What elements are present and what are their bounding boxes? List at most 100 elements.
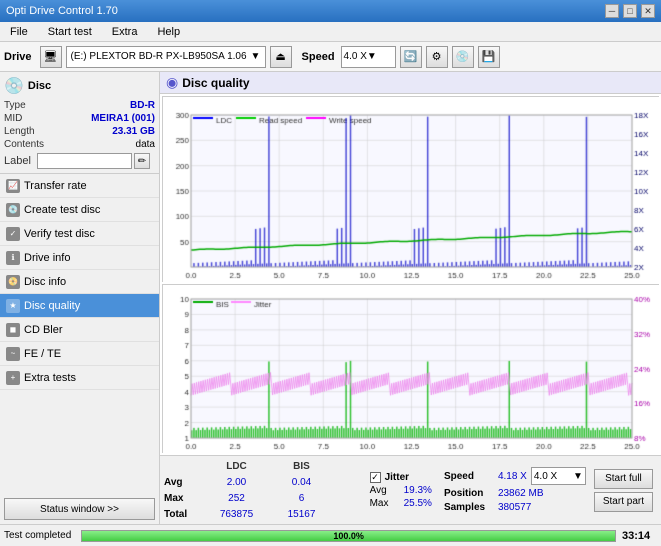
disc-button[interactable]: 💿	[452, 46, 474, 68]
status-bar: Test completed 100.0% 33:14	[0, 524, 661, 546]
contents-value: data	[136, 139, 155, 150]
speed-position-area: Speed 4.18 X 4.0 X ▼ Position 23862 MB S…	[440, 458, 590, 522]
disc-quality-icon: ★	[6, 299, 20, 313]
nav-disc-info-label: Disc info	[24, 276, 66, 288]
close-button[interactable]: ✕	[641, 4, 655, 18]
jitter-checkbox[interactable]: ✓	[370, 472, 381, 483]
main-layout: 💿 Disc Type BD-R MID MEIRA1 (001) Length…	[0, 72, 661, 524]
disc-mid-row: MID MEIRA1 (001)	[4, 113, 155, 124]
time-display: 33:14	[622, 530, 657, 542]
length-value: 23.31 GB	[112, 126, 155, 137]
drive-icon-button[interactable]: 🖥	[40, 46, 62, 68]
start-full-button[interactable]: Start full	[594, 469, 653, 489]
label-input[interactable]	[37, 153, 132, 169]
stats-avg-label: Avg	[164, 477, 204, 488]
start-part-button[interactable]: Start part	[594, 492, 653, 512]
nav-disc-quality[interactable]: ★ Disc quality	[0, 294, 159, 318]
label-edit-button[interactable]: ✏	[134, 153, 150, 169]
right-panel: ◉ Disc quality LDC BIS	[160, 72, 661, 524]
disc-quality-header-icon: ◉	[166, 74, 178, 91]
jitter-avg-value: 19.3%	[404, 485, 432, 496]
refresh-button[interactable]: 🔄	[400, 46, 422, 68]
transfer-rate-icon: 📈	[6, 179, 20, 193]
menu-start-test[interactable]: Start test	[42, 24, 98, 40]
speed-row: Speed 4.18 X 4.0 X ▼	[444, 467, 586, 485]
charts-area	[160, 94, 661, 455]
nav-drive-info[interactable]: ℹ Drive info	[0, 246, 159, 270]
nav-create-test-disc-label: Create test disc	[24, 204, 100, 216]
stats-max-label: Max	[164, 493, 204, 504]
jitter-max-row: Max 25.5%	[370, 498, 432, 509]
mid-value: MEIRA1 (001)	[91, 113, 155, 124]
type-label: Type	[4, 100, 26, 111]
cd-bler-icon: ◼	[6, 323, 20, 337]
menu-help[interactable]: Help	[151, 24, 186, 40]
jitter-max-label: Max	[370, 498, 400, 509]
disc-info-icon: 📀	[6, 275, 20, 289]
speed-label: Speed	[302, 51, 335, 63]
stats-total-bis: 15167	[269, 509, 334, 520]
stats-table: LDC BIS Avg 2.00 0.04 Max 252 6 Total 76…	[164, 458, 362, 522]
minimize-button[interactable]: ─	[605, 4, 619, 18]
progress-label: 100.0%	[82, 531, 615, 541]
nav-transfer-rate[interactable]: 📈 Transfer rate	[0, 174, 159, 198]
nav-menu: 📈 Transfer rate 💿 Create test disc ✓ Ver…	[0, 174, 159, 390]
jitter-max-value: 25.5%	[404, 498, 432, 509]
fe-te-icon: ~	[6, 347, 20, 361]
menu-extra[interactable]: Extra	[106, 24, 144, 40]
jitter-area: ✓ Jitter Avg 19.3% Max 25.5%	[362, 458, 440, 522]
speed-stat-value: 4.18 X	[498, 471, 527, 482]
type-value: BD-R	[130, 100, 155, 111]
status-window-button[interactable]: Status window >>	[4, 498, 155, 520]
stats-avg-ldc: 2.00	[204, 477, 269, 488]
position-label: Position	[444, 488, 494, 499]
position-value: 23862 MB	[498, 488, 544, 499]
progress-bar: 100.0%	[81, 530, 616, 542]
status-window-label: Status window >>	[40, 504, 119, 515]
ldc-chart	[162, 96, 659, 282]
nav-extra-tests[interactable]: + Extra tests	[0, 366, 159, 390]
stats-max-row: Max 252 6	[164, 490, 362, 506]
nav-cd-bler[interactable]: ◼ CD Bler	[0, 318, 159, 342]
disc-header: 💿 Disc	[4, 76, 155, 96]
disc-title: Disc	[28, 80, 51, 92]
eject-button[interactable]: ⏏	[270, 46, 292, 68]
title-bar: Opti Drive Control 1.70 ─ □ ✕	[0, 0, 661, 22]
menu-file[interactable]: File	[4, 24, 34, 40]
position-row: Position 23862 MB	[444, 488, 586, 499]
menu-bar: File Start test Extra Help	[0, 22, 661, 42]
nav-fe-te-label: FE / TE	[24, 348, 61, 360]
speed-dropdown[interactable]: 4.0 X ▼	[531, 467, 586, 485]
stats-avg-row: Avg 2.00 0.04	[164, 474, 362, 490]
nav-fe-te[interactable]: ~ FE / TE	[0, 342, 159, 366]
verify-test-disc-icon: ✓	[6, 227, 20, 241]
nav-verify-test-disc-label: Verify test disc	[24, 228, 95, 240]
drive-info-icon: ℹ	[6, 251, 20, 265]
nav-verify-test-disc[interactable]: ✓ Verify test disc	[0, 222, 159, 246]
samples-value: 380577	[498, 502, 531, 513]
settings-button[interactable]: ⚙	[426, 46, 448, 68]
save-button[interactable]: 💾	[478, 46, 500, 68]
toolbar: Drive 🖥 (E:) PLEXTOR BD-R PX-LB950SA 1.0…	[0, 42, 661, 72]
samples-label: Samples	[444, 502, 494, 513]
label-key: Label	[4, 155, 31, 167]
stats-max-ldc: 252	[204, 493, 269, 504]
stats-bis-header: BIS	[269, 461, 334, 472]
title-bar-controls: ─ □ ✕	[605, 4, 655, 18]
nav-create-test-disc[interactable]: 💿 Create test disc	[0, 198, 159, 222]
maximize-button[interactable]: □	[623, 4, 637, 18]
disc-length-row: Length 23.31 GB	[4, 126, 155, 137]
stats-avg-bis: 0.04	[269, 477, 334, 488]
create-test-disc-icon: 💿	[6, 203, 20, 217]
speed-select[interactable]: 4.0 X ▼	[341, 46, 396, 68]
nav-disc-quality-label: Disc quality	[24, 300, 80, 312]
nav-disc-info[interactable]: 📀 Disc info	[0, 270, 159, 294]
nav-transfer-rate-label: Transfer rate	[24, 180, 87, 192]
nav-cd-bler-label: CD Bler	[24, 324, 63, 336]
samples-row: Samples 380577	[444, 502, 586, 513]
disc-contents-row: Contents data	[4, 139, 155, 150]
label-row: Label ✏	[4, 153, 155, 169]
drive-select[interactable]: (E:) PLEXTOR BD-R PX-LB950SA 1.06 ▼	[66, 46, 266, 68]
disc-type-row: Type BD-R	[4, 100, 155, 111]
disc-quality-header: ◉ Disc quality	[160, 72, 661, 94]
